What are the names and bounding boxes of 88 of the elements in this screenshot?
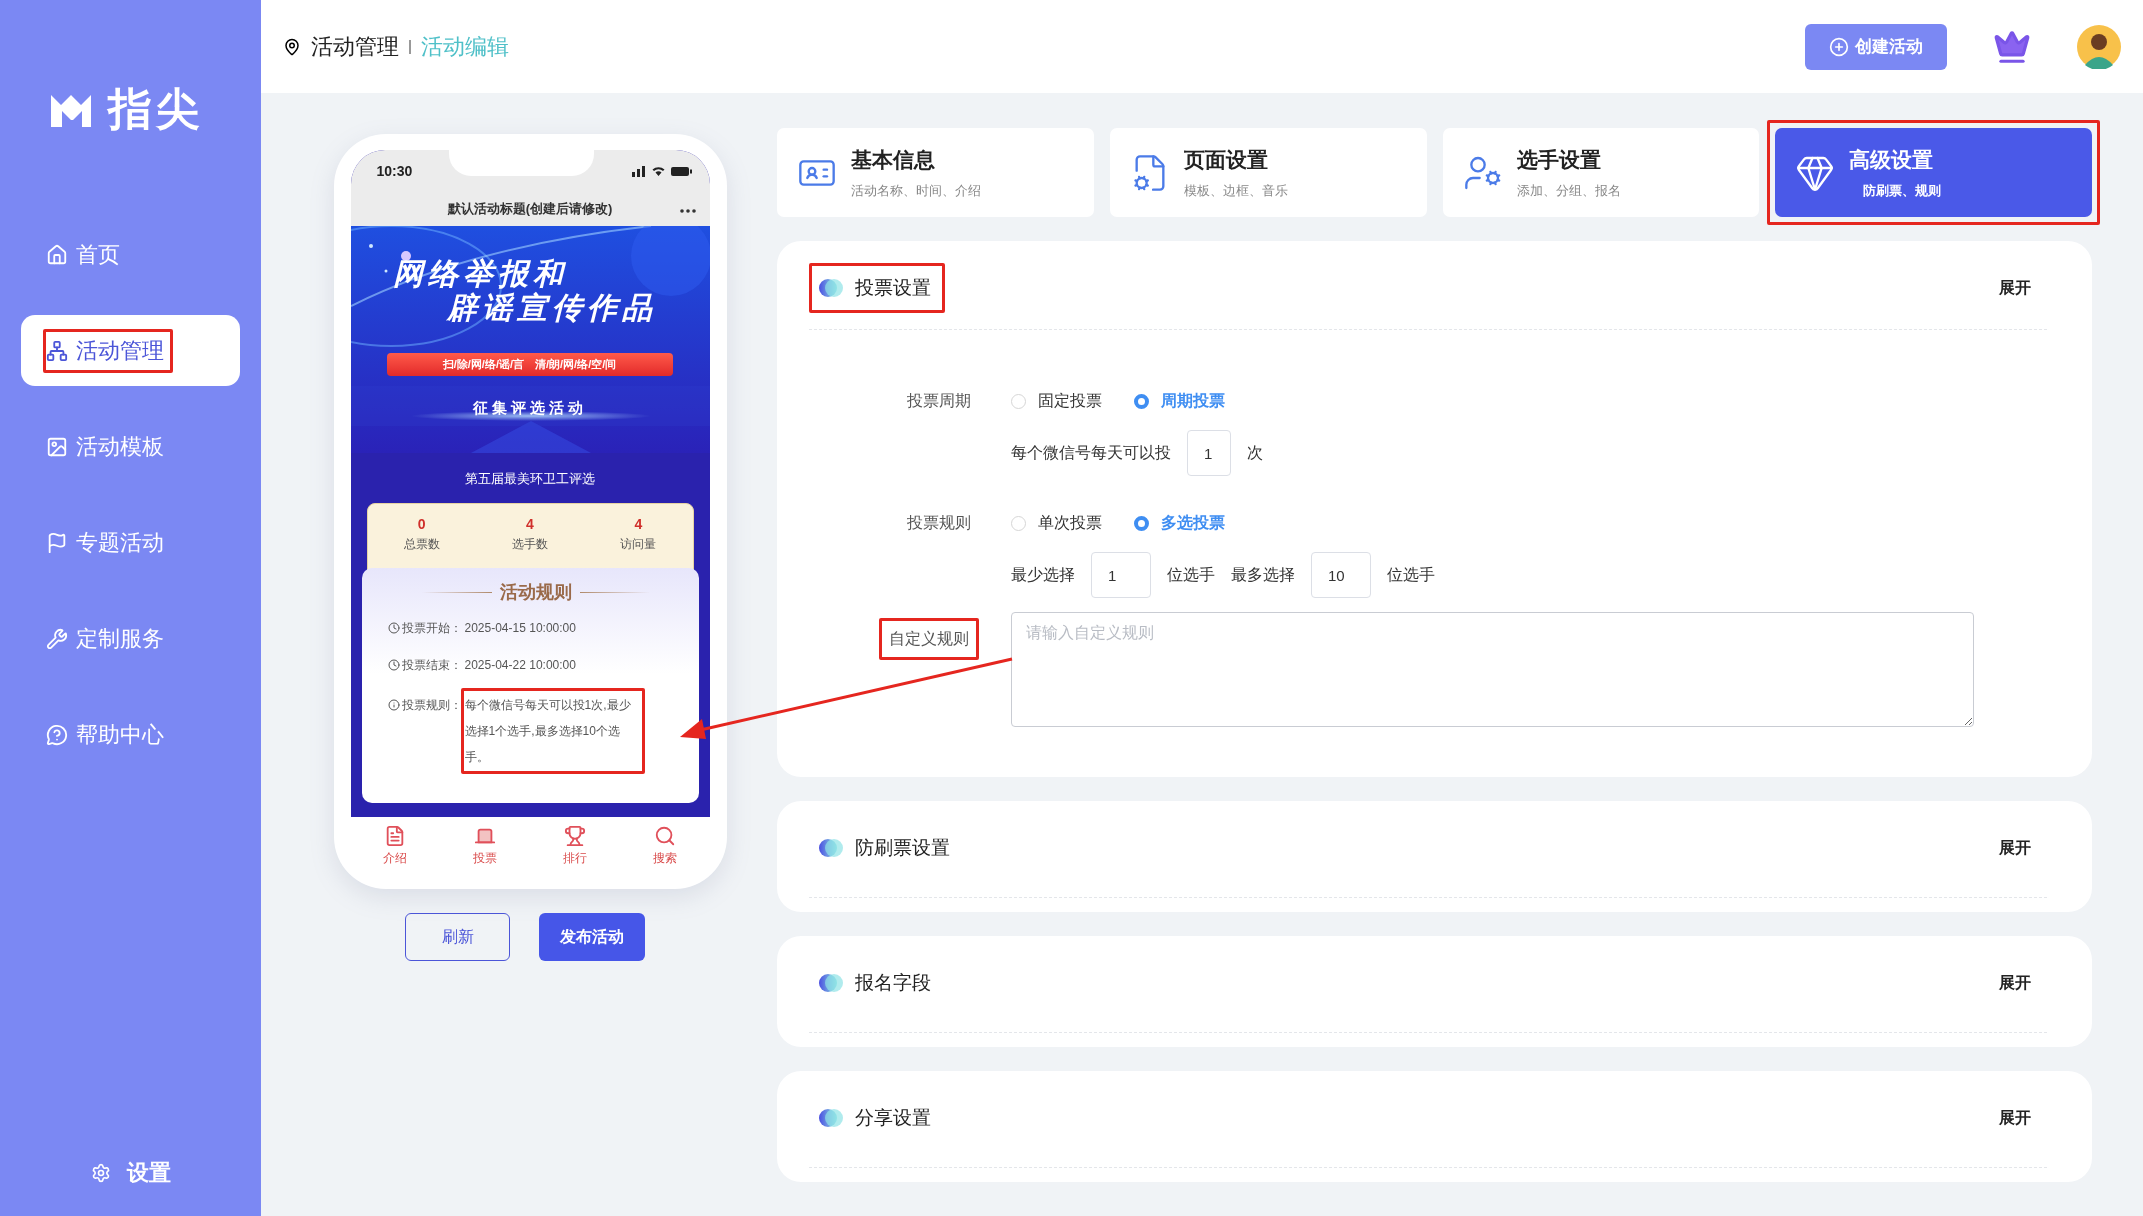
more-icon[interactable] <box>679 209 696 213</box>
field-text: 最少选择 <box>1011 564 1075 585</box>
tab-bar-item[interactable]: 介绍 <box>350 825 441 867</box>
rule-value: 2025-04-15 10:00:00 <box>464 621 576 635</box>
field-text: 次 <box>1247 442 1263 463</box>
wrench-icon <box>46 627 68 650</box>
section-dot-icon <box>819 973 843 993</box>
rules-title: 活动规则 <box>500 581 572 604</box>
sidebar-item[interactable]: 活动管理 <box>21 315 240 386</box>
field-label: 自定义规则 <box>879 618 979 660</box>
banner-slogan: 扫/除/网/络/谣/言 清/朗/网/络/空/间 <box>386 353 673 376</box>
min-input[interactable]: 1 <box>1091 552 1151 598</box>
publish-button[interactable]: 发布活动 <box>539 913 645 961</box>
stat-value: 0 <box>417 516 426 532</box>
stat-value: 4 <box>634 516 643 532</box>
section-title: 防刷票设置 <box>855 836 950 860</box>
max-input[interactable]: 10 <box>1311 552 1371 598</box>
stat-label: 访问量 <box>620 536 657 553</box>
network-icon <box>46 339 68 362</box>
search-icon <box>653 825 676 847</box>
field-label: 投票周期 <box>906 391 972 411</box>
plus-icon <box>1829 36 1849 57</box>
section-dot-icon <box>819 838 843 858</box>
section-title: 报名字段 <box>855 971 931 995</box>
sidebar-item[interactable]: 帮助中心 <box>21 699 240 770</box>
trophy-icon <box>563 825 586 847</box>
section-title: 投票设置 <box>855 276 931 300</box>
section-title: 分享设置 <box>855 1106 931 1130</box>
banner-subtitle: 征集评选活动 <box>472 399 588 418</box>
field-text: 位选手 <box>1167 564 1215 585</box>
create-activity-button[interactable]: 创建活动 <box>1805 23 1947 70</box>
refresh-button[interactable]: 刷新 <box>405 913 510 961</box>
sidebar-item[interactable]: 专题活动 <box>21 507 240 578</box>
stat-label: 选手数 <box>512 536 548 553</box>
tab-bar-item[interactable]: 排行 <box>530 825 620 867</box>
settings-button[interactable]: 设置 <box>21 1158 240 1188</box>
battery-icon <box>670 166 692 176</box>
flag-icon <box>46 531 68 554</box>
event-name: 第五届最美环卫工评选 <box>464 470 596 488</box>
field-text: 位选手 <box>1387 564 1435 585</box>
section-dot-icon <box>819 278 843 298</box>
radio-option[interactable]: 单次投票 <box>1011 512 1102 534</box>
radio-option[interactable]: 多选投票 <box>1134 512 1225 534</box>
logo-text: 指尖 <box>108 83 204 135</box>
page-title: 默认活动标题(创建后请修改) <box>447 200 613 218</box>
clock-icon <box>387 659 400 671</box>
count-input[interactable]: 1 <box>1187 430 1231 476</box>
image-icon <box>46 435 68 458</box>
signal-icon <box>631 165 646 177</box>
rule-label: 投票开始： <box>387 618 462 638</box>
clock-icon <box>387 622 400 634</box>
breadcrumb-item[interactable]: 活动管理 <box>311 31 399 62</box>
step-tab[interactable]: 高级设置 防刷票、规则 <box>1775 128 2092 217</box>
rule-value: 每个微信号每天可以投1次,最少选择1个选手,最多选择10个选手。 <box>464 698 631 764</box>
expand-link[interactable]: 展开 <box>1999 277 2031 299</box>
sidebar-item[interactable]: 首页 <box>21 219 240 290</box>
custom-rule-field[interactable]: 请输入自定义规则 <box>1011 612 1974 727</box>
tab-bar-item[interactable]: 投票 <box>440 825 530 867</box>
status-time: 10:30 <box>376 163 413 179</box>
field-label: 投票规则 <box>906 513 972 533</box>
step-tab[interactable]: 选手设置 添加、分组、报名 <box>1442 128 1760 217</box>
radio-option[interactable]: 固定投票 <box>1011 390 1102 412</box>
location-icon <box>283 37 301 56</box>
rule-label: 投票结束： <box>387 655 462 675</box>
rule-value: 2025-04-22 10:00:00 <box>464 658 576 672</box>
banner-headline: 网络举报和 <box>392 256 568 292</box>
avatar-icon[interactable] <box>2077 24 2121 69</box>
sidebar-item[interactable]: 定制服务 <box>21 603 240 674</box>
home-icon <box>46 243 68 266</box>
tab-bar-item[interactable]: 搜索 <box>619 825 710 867</box>
gear-icon <box>90 1163 111 1183</box>
field-text: 每个微信号每天可以投 <box>1011 442 1171 463</box>
wifi-icon <box>651 166 665 176</box>
rule-label: 投票规则： <box>387 692 462 718</box>
step-tab[interactable]: 基本信息 活动名称、时间、介绍 <box>777 128 1094 217</box>
expand-link[interactable]: 展开 <box>1999 837 2031 859</box>
expand-link[interactable]: 展开 <box>1999 972 2031 994</box>
info-icon <box>387 699 400 711</box>
radio-option[interactable]: 周期投票 <box>1134 390 1225 412</box>
section-dot-icon <box>819 1108 843 1128</box>
stat-label: 总票数 <box>403 536 440 553</box>
help-icon <box>46 723 68 746</box>
field-text: 最多选择 <box>1231 564 1295 585</box>
step-tab[interactable]: 页面设置 模板、边框、音乐 <box>1109 128 1427 217</box>
sidebar-item[interactable]: 活动模板 <box>21 411 240 482</box>
stat-value: 4 <box>526 516 534 532</box>
banner-headline: 辟谣宣传作品 <box>446 290 657 326</box>
expand-link[interactable]: 展开 <box>1999 1107 2031 1129</box>
